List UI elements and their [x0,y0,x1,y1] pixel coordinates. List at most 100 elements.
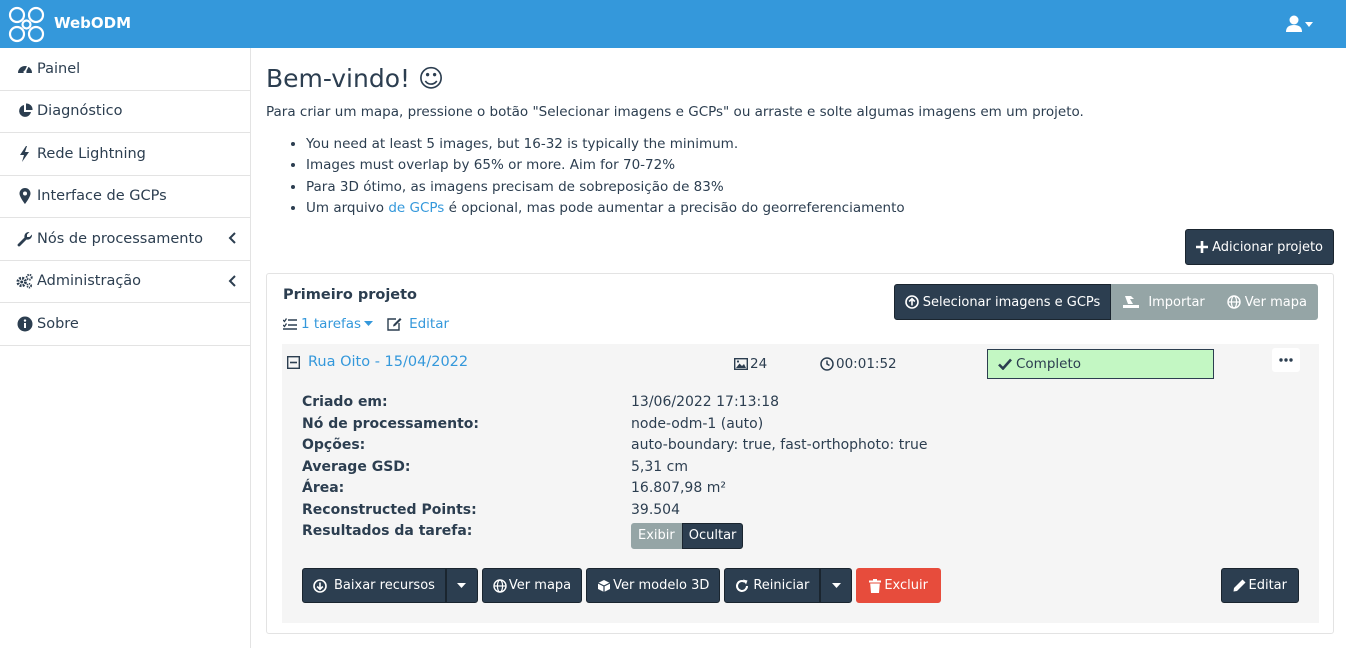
sidebar-item-interface-gcps[interactable]: Interface de GCPs [0,176,250,218]
restart-label: Reiniciar [753,578,810,593]
sidebar-item-label: Administração [37,273,142,290]
import-button[interactable]: Importar [1111,284,1216,320]
task-properties: Criado em: 13/06/2022 17:13:18 Nó de proc… [302,392,927,549]
plus-icon [1196,241,1209,253]
download-dropdown-toggle[interactable] [445,568,478,603]
property-key: Área: [302,480,345,496]
property-row: Opções: auto-boundary: true, fast-orthoph… [302,435,927,457]
property-key: Reconstructed Points: [302,501,477,518]
globe-icon [493,578,507,593]
delete-label: Excluir [884,578,928,593]
restart-split-button: Reiniciar [724,568,853,603]
restart-dropdown-toggle[interactable] [820,568,853,603]
sidebar-item-administracao[interactable]: Administração [0,261,250,303]
project-links: 1 tarefas Editar [283,316,449,332]
globe-icon [1227,295,1241,309]
sidebar-item-diagnostico[interactable]: Diagnóstico [0,91,250,133]
property-key: Nó de processamento: [302,415,480,432]
edit-task-button[interactable]: Editar [1220,568,1299,603]
user-menu-button[interactable] [1286,15,1316,35]
import-icon [1123,296,1140,308]
project-panel: Primeiro projeto 1 tarefas Editar Seleci… [266,273,1334,634]
sidebar-item-nos-processamento[interactable]: Nós de processamento [0,218,250,261]
sidebar-item-label: Interface de GCPs [37,188,167,205]
image-count-value: 24 [750,356,768,372]
chevron-left-icon [228,232,236,244]
task-actions: Baixar recursos Ver mapa Ver modelo 3D R… [302,568,941,603]
upload-icon [904,295,919,309]
property-key: Criado em: [302,394,388,410]
property-value: 39.504 [631,501,680,518]
map-marker-icon [16,188,33,205]
results-toggle: Exibir Ocultar [631,523,744,549]
gcp-link[interactable]: de GCPs [388,200,444,216]
property-key: Resultados da tarefa: [302,523,473,539]
view-3d-label: Ver modelo 3D [613,578,710,593]
property-row: Criado em: 13/06/2022 17:13:18 [302,392,927,414]
add-project-label: Adicionar projeto [1212,239,1323,255]
view-map-project-button[interactable]: Ver mapa [1215,284,1318,320]
download-split-button: Baixar recursos [302,568,478,603]
task-name-link[interactable]: Rua Oito - 15/04/2022 [308,354,468,370]
chevron-left-icon [228,274,236,287]
property-key: Opções: [302,437,366,453]
download-assets-button[interactable]: Baixar recursos [302,568,446,603]
show-results-button[interactable]: Exibir [631,523,682,549]
project-name: Primeiro projeto [283,287,418,303]
view-map-label: Ver mapa [1244,294,1307,310]
status-text: Completo [1016,356,1082,372]
collapse-icon[interactable] [287,356,300,369]
tip-item: Um arquivo de GCPs é opcional, mas pode … [306,198,1334,219]
download-icon [313,578,327,593]
check-icon [998,358,1012,370]
info-icon [16,315,33,332]
cube-icon [597,579,611,592]
tip-item: Images must overlap by 65% or more. Aim … [306,155,1334,176]
user-icon [1286,15,1313,32]
property-value: 13/06/2022 17:13:18 [631,394,780,410]
add-project-button[interactable]: Adicionar projeto [1185,229,1334,265]
webodm-logo-icon[interactable] [8,6,45,43]
pencil-icon [1233,579,1245,592]
property-value: 5,31 cm [631,458,688,475]
view-map-label: Ver mapa [508,578,572,593]
restart-button[interactable]: Reiniciar [724,568,821,603]
sidebar-item-label: Painel [37,60,81,77]
task-header: Rua Oito - 15/04/2022 24 00:01:52 Comple… [282,344,1319,382]
project-actions: Selecionar imagens e GCPs Importar Ver m… [893,284,1318,320]
property-value: node-odm-1 (auto) [631,415,764,432]
sidebar-item-painel[interactable]: Painel [0,48,250,91]
wrench-icon [16,230,33,247]
sidebar-item-rede-lightning[interactable]: Rede Lightning [0,133,250,176]
view-3d-model-button[interactable]: Ver modelo 3D [586,568,721,603]
image-icon [734,358,748,370]
status-badge: Completo [987,349,1214,379]
hide-results-button[interactable]: Ocultar [681,523,744,549]
property-row: Average GSD: 5,31 cm [302,457,927,479]
tip-text: é opcional, mas pode aumentar a precisão… [444,199,905,216]
property-row: Área: 16.807,98 m² [302,478,927,500]
tasks-toggle-link[interactable]: 1 tarefas [301,316,361,332]
duration-value: 00:01:52 [836,356,897,372]
tip-text: Um arquivo [306,199,389,216]
dashboard-icon [16,60,33,77]
sidebar-item-label: Nós de processamento [37,230,204,247]
brand-name[interactable]: WebODM [54,14,131,32]
tasks-list-icon [283,318,297,330]
sidebar-item-label: Rede Lightning [37,145,146,162]
edit-project-link[interactable]: Editar [409,316,449,332]
import-label: Importar [1148,294,1205,310]
task-duration: 00:01:52 [820,356,897,372]
view-map-button[interactable]: Ver mapa [481,568,583,603]
sidebar: Painel Diagnóstico Rede Lightning Interf… [0,48,251,648]
property-key: Average GSD: [302,458,411,475]
download-label: Baixar recursos [334,578,435,593]
task-row: Rua Oito - 15/04/2022 24 00:01:52 Comple… [282,344,1319,623]
sidebar-item-sobre[interactable]: Sobre [0,303,250,346]
task-menu-button[interactable] [1272,348,1300,372]
delete-task-button[interactable]: Excluir [856,568,941,603]
tip-item: Para 3D ótimo, as imagens precisam de so… [306,177,1334,198]
sidebar-item-label: Sobre [37,315,79,332]
tips-list: You need at least 5 images, but 16-32 is… [266,134,1334,219]
select-images-button[interactable]: Selecionar imagens e GCPs [893,284,1112,320]
